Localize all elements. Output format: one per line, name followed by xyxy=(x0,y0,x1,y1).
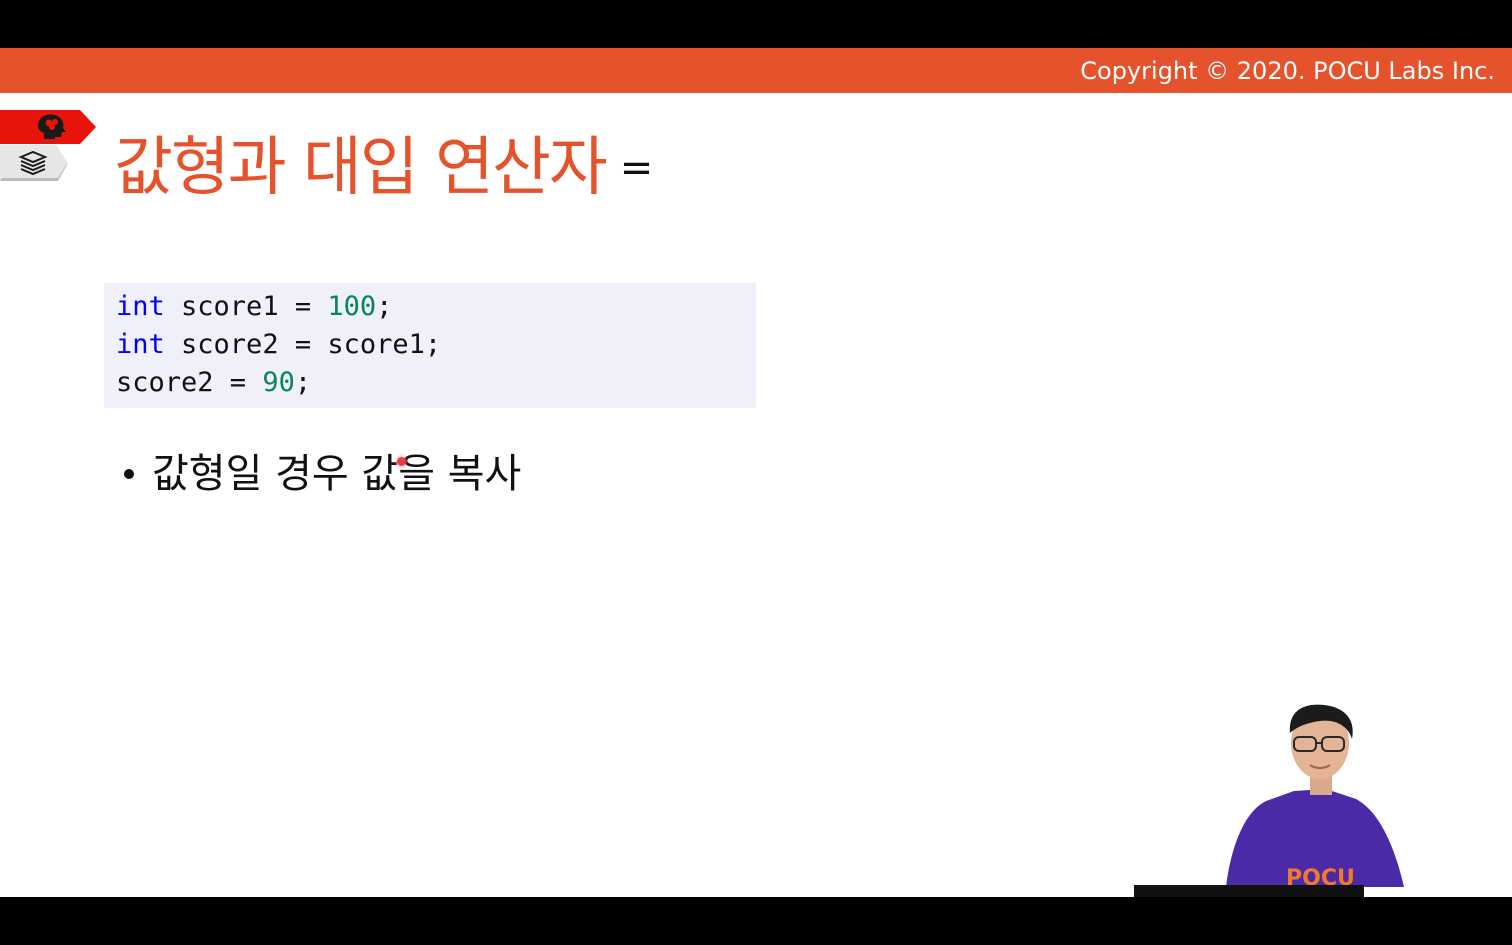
code-text: score1 = xyxy=(164,291,328,322)
code-number: 90 xyxy=(262,367,295,398)
code-keyword: int xyxy=(116,329,165,360)
code-line: int score1 = 100; xyxy=(116,289,392,325)
code-keyword: int xyxy=(116,291,165,322)
code-end: ; xyxy=(376,291,393,322)
code-block: int score1 = 100; int score2 = score1; s… xyxy=(104,283,756,408)
slide-title: 값형과 대입 연산자 = xyxy=(114,128,653,208)
slide-header-bar: Copyright © 2020. POCU Labs Inc. xyxy=(0,48,1512,93)
book-stack-icon xyxy=(0,145,68,181)
video-letterbox-bottom xyxy=(0,897,1512,945)
copyright-text: Copyright © 2020. POCU Labs Inc. xyxy=(1080,57,1495,85)
code-text: score2 = score1; xyxy=(164,329,442,360)
brain-tab[interactable] xyxy=(0,110,96,144)
code-text: score2 = xyxy=(116,367,263,398)
slide-title-operator: = xyxy=(619,145,654,191)
code-number: 100 xyxy=(327,291,377,322)
presenter-figure-icon: POCU xyxy=(1134,704,1404,897)
slide-title-text: 값형과 대입 연산자 xyxy=(114,131,608,205)
code-end: ; xyxy=(294,367,312,398)
bullet-dot-icon xyxy=(124,469,134,479)
code-line: int score2 = score1; xyxy=(116,327,441,363)
presenter-video: POCU xyxy=(1134,703,1464,897)
lecture-slide: Copyright © 2020. POCU Labs Inc. 값형과 대입 … xyxy=(0,48,1512,897)
video-letterbox-top xyxy=(0,0,1512,48)
code-line: score2 = 90; xyxy=(116,365,311,401)
laser-pointer-icon xyxy=(397,457,406,466)
book-tab[interactable] xyxy=(0,145,68,181)
brain-head-icon xyxy=(0,110,96,144)
bullet-text: 값형일 경우 값을 복사 xyxy=(152,451,522,497)
